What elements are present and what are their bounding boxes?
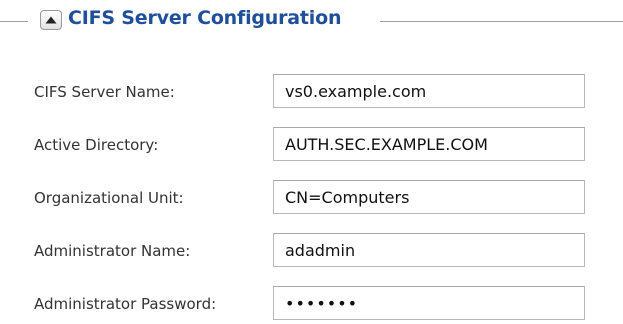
section-title: CIFS Server Configuration <box>68 7 342 29</box>
form-row-cifs-server-name: CIFS Server Name: <box>0 74 623 110</box>
active-directory-input[interactable] <box>273 127 585 161</box>
section-divider-left <box>0 21 28 22</box>
administrator-name-input[interactable] <box>273 233 585 267</box>
form-row-administrator-password: Administrator Password: <box>0 286 623 322</box>
form-row-active-directory: Active Directory: <box>0 127 623 163</box>
collapse-section-button[interactable] <box>40 10 62 30</box>
form-row-organizational-unit: Organizational Unit: <box>0 180 623 216</box>
administrator-name-label: Administrator Name: <box>34 242 191 260</box>
section-divider-right <box>380 21 623 22</box>
triangle-up-icon <box>45 16 57 24</box>
organizational-unit-input[interactable] <box>273 180 585 214</box>
administrator-password-input[interactable] <box>273 286 585 320</box>
administrator-password-label: Administrator Password: <box>34 295 217 313</box>
cifs-config-panel: CIFS Server Configuration CIFS Server Na… <box>0 0 623 324</box>
organizational-unit-label: Organizational Unit: <box>34 189 184 207</box>
active-directory-label: Active Directory: <box>34 136 159 154</box>
form-row-administrator-name: Administrator Name: <box>0 233 623 269</box>
cifs-server-name-input[interactable] <box>273 74 585 108</box>
cifs-server-name-label: CIFS Server Name: <box>34 83 175 101</box>
